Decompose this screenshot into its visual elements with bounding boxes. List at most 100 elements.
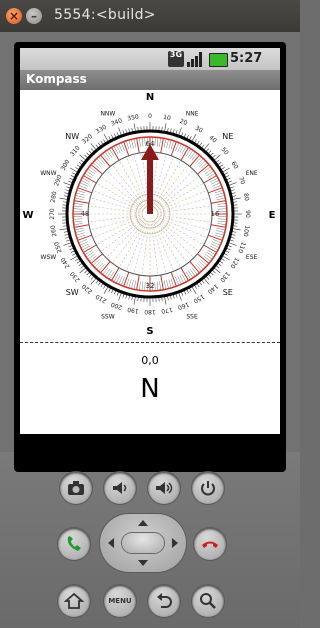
dpad-down-icon[interactable] bbox=[138, 560, 148, 566]
compass-tick bbox=[75, 232, 85, 236]
signal-strength-icon bbox=[187, 51, 205, 67]
compass-tick bbox=[166, 139, 169, 149]
compass-intercardinal-label: WNW bbox=[40, 170, 56, 177]
compass-tick bbox=[170, 278, 175, 288]
compass-degree-label: 120 bbox=[228, 256, 240, 270]
compass-ray bbox=[106, 220, 144, 258]
compass-tick bbox=[86, 251, 94, 258]
compass-degree-label: 10 bbox=[163, 114, 172, 122]
compass-tick bbox=[141, 281, 144, 291]
compass-ray bbox=[101, 219, 143, 252]
compass-ray bbox=[156, 170, 194, 208]
menu-button[interactable]: MENU bbox=[104, 585, 136, 617]
compass-tick bbox=[131, 279, 134, 289]
compass-degree-label: 270 bbox=[49, 208, 56, 220]
compass-degree-label: 310 bbox=[69, 145, 82, 158]
compass-ray bbox=[159, 217, 207, 238]
compass-ray bbox=[112, 221, 145, 263]
compass-degree-label: 220 bbox=[81, 282, 94, 295]
compass-degree-label: 50 bbox=[220, 146, 230, 156]
compass-tick bbox=[96, 158, 103, 166]
inner-label-left: 48 bbox=[81, 210, 90, 218]
window-minimize-button[interactable]: – bbox=[26, 8, 42, 24]
compass-tick bbox=[156, 137, 159, 147]
phone-call-icon bbox=[67, 536, 81, 551]
dpad-right-icon[interactable] bbox=[172, 538, 178, 548]
compass-intercardinal-label: SSE bbox=[186, 314, 198, 321]
compass-tick bbox=[195, 264, 202, 272]
phone-end-icon bbox=[202, 541, 218, 548]
compass-tick bbox=[141, 137, 144, 147]
compass-tick bbox=[156, 281, 159, 291]
compass-intercardinal-label: ENE bbox=[246, 170, 258, 177]
dpad-center-button[interactable] bbox=[122, 533, 164, 553]
compass-tick bbox=[203, 166, 211, 173]
volume-down-button[interactable] bbox=[104, 472, 136, 504]
compass-tick bbox=[168, 139, 172, 149]
call-button[interactable] bbox=[58, 528, 90, 560]
power-icon bbox=[201, 481, 215, 496]
camera-button[interactable] bbox=[60, 472, 92, 504]
compass-intercardinal-label: SSW bbox=[101, 314, 115, 321]
compass-degree-label: 150 bbox=[192, 293, 206, 305]
compass-ray bbox=[126, 223, 147, 271]
compass-tick bbox=[73, 220, 83, 223]
dpad[interactable] bbox=[100, 514, 186, 572]
window-close-button[interactable]: × bbox=[6, 8, 22, 24]
compass-tick bbox=[136, 138, 140, 154]
compass-tick bbox=[74, 197, 84, 201]
dpad-up-icon[interactable] bbox=[138, 520, 148, 526]
menu-icon: MENU bbox=[108, 597, 132, 605]
volume-up-button[interactable] bbox=[148, 472, 180, 504]
compass-ray bbox=[93, 190, 141, 211]
compass-tick bbox=[204, 168, 213, 175]
compass-tick bbox=[191, 267, 198, 275]
camera-icon bbox=[68, 481, 84, 495]
direction-readout: N bbox=[140, 374, 160, 404]
compass-tick bbox=[77, 187, 92, 194]
compass-tick bbox=[159, 137, 161, 147]
compass-ray bbox=[156, 220, 194, 258]
window-titlebar: × – 5554:<build> bbox=[0, 0, 300, 32]
home-button[interactable] bbox=[58, 585, 90, 617]
end-call-button[interactable] bbox=[194, 528, 226, 560]
battery-icon bbox=[209, 53, 228, 67]
compass-intercardinal-label: NNW bbox=[100, 110, 115, 117]
compass-tick bbox=[197, 158, 204, 166]
compass-tick bbox=[187, 270, 194, 278]
compass-tick bbox=[168, 279, 172, 289]
compass-tick bbox=[198, 261, 206, 268]
compass-degree-label: 320 bbox=[81, 133, 94, 146]
back-button[interactable] bbox=[148, 585, 180, 617]
compass-tick bbox=[195, 156, 202, 164]
search-button[interactable] bbox=[192, 585, 224, 617]
network-3g-icon: 3G bbox=[168, 51, 184, 67]
compass-tick bbox=[73, 203, 83, 205]
power-button[interactable] bbox=[192, 472, 224, 504]
compass-tick bbox=[215, 230, 225, 233]
compass-tick bbox=[131, 139, 134, 149]
compass-tick bbox=[139, 281, 141, 291]
compass-intercardinal-label: WSW bbox=[41, 254, 57, 261]
compass-intercardinal-label: NNE bbox=[186, 110, 199, 117]
compass-intercardinal-label: SW bbox=[66, 288, 79, 297]
device-screen: 3G 5:27 PM Kompass 0 10 20 304050 60 70 80 90 10… bbox=[20, 48, 280, 434]
compass-tick bbox=[208, 234, 223, 241]
divider-line bbox=[20, 342, 280, 343]
compass-intercardinal-label: NE bbox=[222, 132, 233, 141]
cardinal-east: E bbox=[269, 210, 276, 221]
compass-tick bbox=[73, 218, 83, 220]
dpad-left-icon[interactable] bbox=[108, 538, 114, 548]
volume-down-icon bbox=[113, 482, 127, 494]
compass-tick bbox=[215, 232, 225, 236]
compass-degree-label: 90 bbox=[244, 210, 251, 218]
compass-degree-label: 60 bbox=[229, 160, 239, 170]
compass-tick bbox=[216, 197, 226, 201]
compass-tick bbox=[217, 220, 227, 223]
compass-tick bbox=[216, 227, 226, 231]
compass-tick bbox=[94, 160, 102, 167]
compass-dial[interactable]: 0 10 20 304050 60 70 80 90 100 110 120130140150160… bbox=[20, 90, 280, 338]
compass-tick bbox=[92, 259, 100, 266]
compass-tick bbox=[160, 274, 164, 290]
compass-tick bbox=[154, 281, 156, 291]
